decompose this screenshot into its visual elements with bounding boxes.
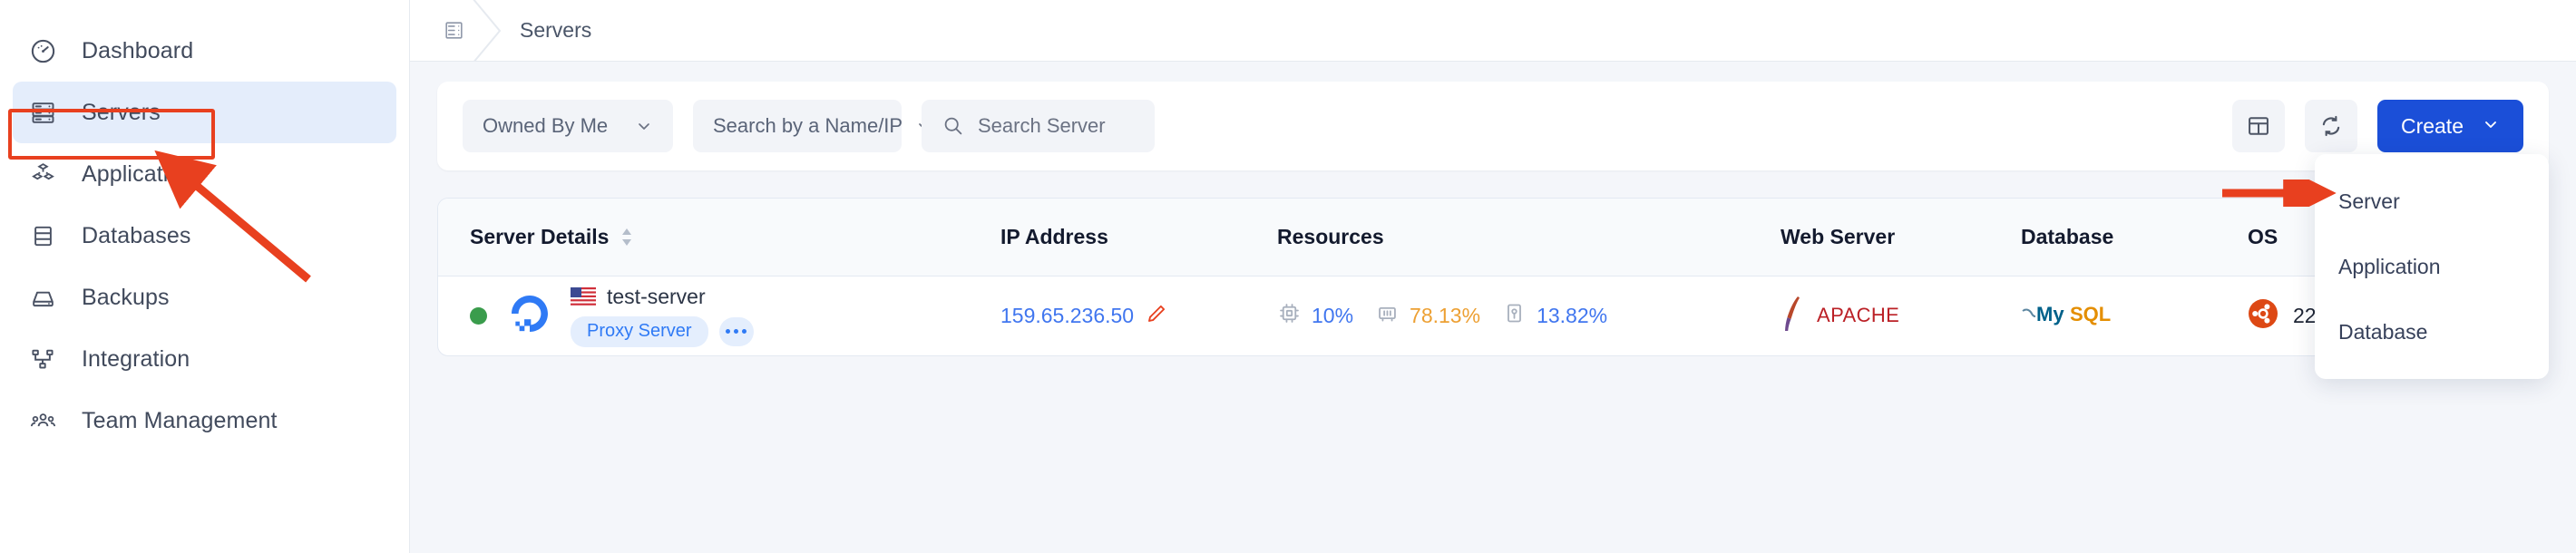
column-header-server-details[interactable]: Server Details [438, 199, 1000, 276]
search-input[interactable]: Search Server [978, 114, 1106, 138]
cell-web-server: APACHE [1781, 276, 2021, 355]
sidebar-item-backups[interactable]: Backups [13, 267, 396, 328]
grid-view-icon [2246, 113, 2271, 139]
cell-ip-address: 159.65.236.50 [1000, 276, 1277, 355]
refresh-button[interactable] [2304, 100, 2357, 152]
memory-value: 78.13% [1410, 303, 1481, 327]
breadcrumb-current: Servers [520, 18, 592, 42]
sidebar-item-dashboard[interactable]: Dashboard [13, 20, 396, 82]
refresh-icon [2318, 113, 2344, 139]
breadcrumb: Servers [410, 0, 2576, 62]
breadcrumb-separator [465, 0, 520, 62]
column-header-resources: Resources [1277, 199, 1781, 276]
sidebar-item-label: Team Management [82, 407, 278, 433]
svg-text:SQL: SQL [2070, 303, 2111, 325]
main-area: Servers Owned By Me Search by a Name/IP [410, 0, 2576, 553]
disk-icon [1502, 301, 1527, 330]
column-header-database: Database [2021, 199, 2248, 276]
sitemap-icon [27, 344, 58, 374]
people-icon [27, 405, 58, 436]
mysql-logo-icon: My SQL [2021, 303, 2128, 333]
sidebar-item-label: Databases [82, 222, 191, 248]
column-header-web-server: Web Server [1781, 199, 2021, 276]
sidebar-item-applications[interactable]: Applications [13, 143, 396, 205]
sidebar-item-label: Applications [82, 160, 206, 187]
sidebar-item-label: Dashboard [82, 37, 194, 63]
sort-icon[interactable] [620, 228, 634, 247]
name-ip-filter-value: Search by a Name/IP [713, 114, 903, 137]
menu-item-application[interactable]: Application [2315, 234, 2549, 299]
table-header-row: Server Details IP Address Resources Web … [438, 199, 2548, 276]
sidebar-item-servers[interactable]: Servers [13, 82, 396, 143]
owner-filter-value: Owned By Me [483, 114, 609, 137]
column-header-ip-address: IP Address [1000, 199, 1277, 276]
cell-resources: 10% 78.13% 13.82% [1277, 276, 1781, 355]
gauge-icon [27, 35, 58, 66]
cubes-icon [27, 159, 58, 189]
page-content: Owned By Me Search by a Name/IP Search S… [410, 62, 2576, 553]
status-indicator-online [470, 306, 487, 325]
cell-server-details: test-server Proxy Server [438, 276, 1000, 355]
sidebar-item-team-management[interactable]: Team Management [13, 390, 396, 451]
server-tag-badge: Proxy Server [571, 315, 708, 347]
disk-value: 13.82% [1537, 303, 1608, 327]
metric-cpu: 10% [1277, 301, 1353, 330]
database-stack-icon [27, 220, 58, 251]
servers-table: Server Details IP Address Resources Web … [437, 198, 2549, 356]
flag-us-icon [571, 287, 596, 306]
ubuntu-logo-icon [2248, 298, 2278, 334]
apache-logo-icon [1781, 294, 1808, 338]
create-button-label: Create [2400, 113, 2464, 138]
search-field[interactable]: Search Server [922, 100, 1155, 152]
sidebar-item-label: Backups [82, 284, 170, 310]
metric-memory: 78.13% [1375, 301, 1480, 330]
drive-icon [27, 282, 58, 313]
menu-item-server[interactable]: Server [2315, 169, 2549, 234]
create-dropdown-menu: Server Application Database [2315, 154, 2549, 379]
digitalocean-logo-icon [505, 289, 554, 343]
server-ip[interactable]: 159.65.236.50 [1000, 304, 1134, 328]
menu-item-database[interactable]: Database [2315, 299, 2549, 364]
server-rack-icon[interactable] [442, 19, 465, 43]
memory-icon [1375, 301, 1400, 330]
cpu-value: 10% [1312, 303, 1354, 327]
grid-view-button[interactable] [2231, 100, 2285, 152]
web-server-name: APACHE [1817, 304, 1900, 327]
server-name[interactable]: test-server [607, 285, 706, 309]
create-button[interactable]: Create [2376, 100, 2523, 152]
toolbar: Owned By Me Search by a Name/IP Search S… [437, 82, 2549, 170]
cpu-icon [1277, 301, 1302, 330]
name-ip-filter-select[interactable]: Search by a Name/IP [693, 100, 930, 152]
pencil-icon[interactable] [1145, 302, 1168, 330]
sidebar-item-databases[interactable]: Databases [13, 205, 396, 267]
ellipsis-icon[interactable] [718, 316, 754, 346]
chevron-down-icon [635, 117, 653, 135]
chevron-down-icon [2482, 114, 2500, 139]
server-rack-icon [27, 97, 58, 128]
cell-database: My SQL [2021, 276, 2248, 355]
sidebar: Dashboard Servers Applications Databases… [0, 0, 410, 553]
metric-disk: 13.82% [1502, 301, 1607, 330]
svg-text:My: My [2036, 303, 2064, 325]
search-icon [942, 114, 965, 138]
owner-filter-select[interactable]: Owned By Me [463, 100, 673, 152]
app-root: Dashboard Servers Applications Databases… [0, 0, 2576, 553]
sidebar-item-label: Integration [82, 345, 190, 372]
table-row[interactable]: test-server Proxy Server 159.65.236.50 1… [438, 276, 2548, 355]
sidebar-item-label: Servers [82, 99, 161, 125]
sidebar-item-integration[interactable]: Integration [13, 328, 396, 390]
